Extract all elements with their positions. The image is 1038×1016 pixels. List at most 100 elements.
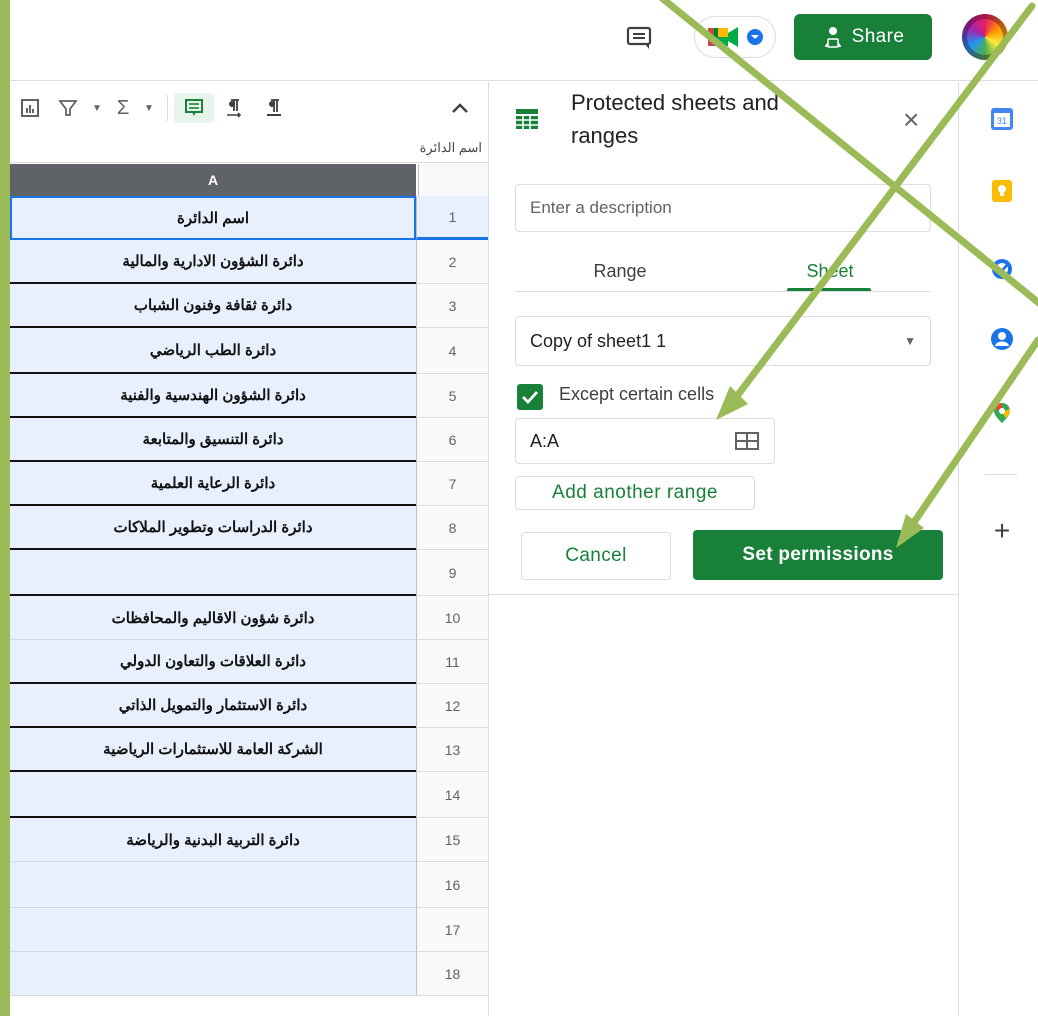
sheet-select[interactable]: Copy of sheet1 1 ▼ [515, 316, 931, 366]
comment-icon [185, 99, 203, 116]
add-addon-button[interactable]: + [989, 515, 1015, 546]
functions-dropdown[interactable]: ▼ [138, 93, 160, 123]
keep-icon [992, 180, 1012, 202]
share-button[interactable]: Share [794, 14, 932, 60]
table-row[interactable]: دائرة الشؤون الهندسية والفنية 5 [10, 374, 488, 418]
description-input[interactable] [515, 184, 931, 232]
row-number[interactable]: 12 [416, 684, 488, 728]
formula-bar[interactable]: اسم الدائرة [10, 134, 488, 163]
cell-a[interactable] [10, 862, 416, 908]
table-row[interactable]: دائرة ثقافة وفنون الشباب 3 [10, 284, 488, 328]
filter-button[interactable] [50, 93, 86, 123]
panel-title: Protected sheets and ranges [571, 90, 779, 148]
comment-icon [626, 26, 652, 49]
row-number[interactable]: 16 [416, 862, 488, 908]
cell-a[interactable]: دائرة الدراسات وتطوير الملاكات [10, 506, 416, 550]
meet-button[interactable] [694, 16, 776, 58]
cell-a[interactable]: دائرة التنسيق والمتابعة [10, 418, 416, 462]
table-row[interactable]: دائرة الطب الرياضي 4 [10, 328, 488, 374]
caret-down-icon: ▼ [904, 334, 916, 348]
keep-button[interactable] [989, 178, 1015, 204]
comment-history-button[interactable] [620, 20, 658, 56]
column-header-a[interactable]: A [10, 164, 416, 196]
app-frame: Share ▼ Σ ▼ اسم الدائرة A اسم الدائرة 1 … [10, 0, 1038, 1016]
row-number[interactable]: 11 [416, 640, 488, 684]
rail-divider [985, 474, 1017, 475]
collapse-menu-button[interactable] [450, 98, 470, 121]
maps-button[interactable] [989, 400, 1015, 426]
row-number[interactable]: 8 [416, 506, 488, 550]
cell-a[interactable] [10, 550, 416, 596]
table-row[interactable]: دائرة الاستثمار والتمويل الذاتي 12 [10, 684, 488, 728]
table-row[interactable]: 16 [10, 862, 488, 908]
row-number[interactable]: 14 [416, 772, 488, 818]
table-row[interactable]: دائرة شؤون الاقاليم والمحافظات 10 [10, 596, 488, 640]
tab-range[interactable]: Range [515, 254, 725, 294]
cell-a[interactable]: دائرة الاستثمار والتمويل الذاتي [10, 684, 416, 728]
range-value: A:A [530, 430, 560, 451]
contacts-button[interactable] [989, 326, 1015, 352]
table-row[interactable]: الشركة العامة للاستثمارات الرياضية 13 [10, 728, 488, 772]
cell-a[interactable]: الشركة العامة للاستثمارات الرياضية [10, 728, 416, 772]
cell-a[interactable]: دائرة الرعاية العلمية [10, 462, 416, 506]
add-another-range-button[interactable]: Add another range [515, 476, 755, 510]
row-number[interactable]: 10 [416, 596, 488, 640]
table-row[interactable]: دائرة العلاقات والتعاون الدولي 11 [10, 640, 488, 684]
cell-a[interactable]: دائرة ثقافة وفنون الشباب [10, 284, 416, 328]
cell-a[interactable]: دائرة شؤون الاقاليم والمحافظات [10, 596, 416, 640]
rtl-button[interactable] [254, 93, 294, 123]
table-row[interactable]: 9 [10, 550, 488, 596]
row-number[interactable]: 7 [416, 462, 488, 506]
tab-divider [515, 291, 931, 292]
select-range-icon[interactable] [734, 431, 760, 451]
table-row[interactable]: دائرة الرعاية العلمية 7 [10, 462, 488, 506]
cell-a[interactable] [10, 952, 416, 996]
row-number[interactable]: 4 [416, 328, 488, 374]
row-number[interactable]: 3 [416, 284, 488, 328]
row-number[interactable]: 15 [416, 818, 488, 862]
cell-a[interactable] [10, 772, 416, 818]
cell-a[interactable]: اسم الدائرة [10, 196, 416, 240]
insert-chart-button[interactable] [10, 93, 50, 123]
table-row[interactable]: دائرة التربية البدنية والرياضة 15 [10, 818, 488, 862]
range-input[interactable]: A:A [515, 418, 775, 464]
except-cells-label[interactable]: Except certain cells [559, 384, 714, 405]
sheet-toolbar: ▼ Σ ▼ [10, 82, 488, 134]
close-icon[interactable]: × [903, 104, 919, 136]
comment-toolbar-button[interactable] [174, 93, 214, 123]
table-row[interactable]: دائرة الدراسات وتطوير الملاكات 8 [10, 506, 488, 550]
cell-a[interactable]: دائرة الطب الرياضي [10, 328, 416, 374]
set-permissions-button[interactable]: Set permissions [693, 530, 943, 580]
panel-divider [489, 594, 959, 595]
row-number[interactable]: 2 [416, 240, 488, 284]
row-number[interactable]: 13 [416, 728, 488, 772]
row-number[interactable]: 5 [416, 374, 488, 418]
svg-text:31: 31 [997, 116, 1007, 126]
table-row[interactable]: دائرة التنسيق والمتابعة 6 [10, 418, 488, 462]
row-number[interactable]: 9 [416, 550, 488, 596]
ltr-button[interactable] [214, 93, 254, 123]
cell-a[interactable]: دائرة الشؤون الهندسية والفنية [10, 374, 416, 418]
cancel-button[interactable]: Cancel [521, 532, 671, 580]
table-row[interactable]: اسم الدائرة 1 [10, 196, 488, 240]
active-tab-indicator [787, 288, 871, 291]
account-avatar[interactable] [962, 14, 1008, 60]
cell-a[interactable]: دائرة العلاقات والتعاون الدولي [10, 640, 416, 684]
cell-a[interactable]: دائرة التربية البدنية والرياضة [10, 818, 416, 862]
row-number[interactable]: 1 [416, 196, 488, 240]
table-row[interactable]: 17 [10, 908, 488, 952]
except-cells-checkbox[interactable] [517, 384, 543, 410]
table-row[interactable]: 18 [10, 952, 488, 996]
tasks-button[interactable] [989, 256, 1015, 282]
row-number[interactable]: 6 [416, 418, 488, 462]
row-number[interactable]: 17 [416, 908, 488, 952]
sheet-select-value: Copy of sheet1 1 [530, 330, 667, 351]
functions-button[interactable]: Σ [108, 93, 138, 123]
row-number[interactable]: 18 [416, 952, 488, 996]
table-row[interactable]: دائرة الشؤون الادارية والمالية 2 [10, 240, 488, 284]
filter-dropdown[interactable]: ▼ [86, 93, 108, 123]
table-row[interactable]: 14 [10, 772, 488, 818]
cell-a[interactable]: دائرة الشؤون الادارية والمالية [10, 240, 416, 284]
cell-a[interactable] [10, 908, 416, 952]
calendar-button[interactable]: 31 [989, 106, 1015, 132]
